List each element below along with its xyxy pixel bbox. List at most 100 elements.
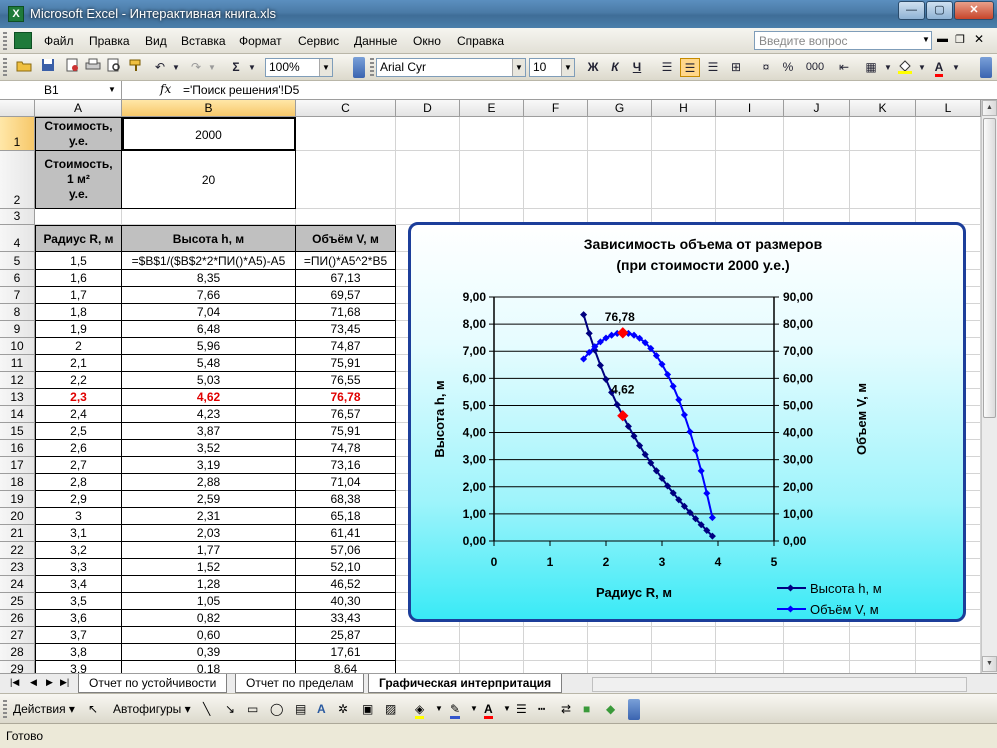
font-color-draw-icon[interactable]: A [484, 702, 493, 719]
cell-a4-value[interactable]: Радиус R, м [35, 225, 122, 252]
column-header-i[interactable]: I [716, 100, 784, 117]
align-center-icon[interactable]: ☰ [680, 58, 700, 77]
minimize-button[interactable]: — [898, 1, 925, 20]
cell-a18-value[interactable]: 2,8 [35, 474, 122, 491]
scroll-down-icon[interactable]: ▼ [982, 656, 997, 672]
cell-b7-value[interactable]: 7,66 [122, 287, 296, 304]
cell-c6-value[interactable]: 67,13 [296, 270, 396, 287]
excel-app-icon[interactable]: X [8, 6, 24, 22]
cell-b18-value[interactable]: 2,88 [122, 474, 296, 491]
cell-a24-value[interactable]: 3,4 [35, 576, 122, 593]
row-header-6[interactable]: 6 [0, 270, 35, 287]
close-button[interactable]: ✕ [954, 1, 994, 20]
row-header-5[interactable]: 5 [0, 252, 35, 270]
cell-b28-value[interactable]: 0,39 [122, 644, 296, 661]
row-header-9[interactable]: 9 [0, 321, 35, 338]
3d-icon[interactable]: ◆ [606, 702, 615, 716]
cell-c1[interactable] [296, 117, 396, 151]
line-style-icon[interactable]: ☰ [516, 702, 527, 716]
cell-a9-value[interactable]: 1,9 [35, 321, 122, 338]
menu-view[interactable]: Вид [145, 34, 167, 48]
autosum-dropdown-icon[interactable]: ▼ [242, 58, 262, 77]
tab-last-icon[interactable]: ▶| [60, 677, 69, 688]
cell-a22-value[interactable]: 3,2 [35, 542, 122, 559]
cell-f2[interactable] [524, 151, 588, 209]
row-header-23[interactable]: 23 [0, 559, 35, 576]
print-icon[interactable] [83, 58, 103, 77]
zoom-select[interactable]: 100% ▼ [265, 58, 333, 77]
cell-b16-value[interactable]: 3,52 [122, 440, 296, 457]
cell-b1-value[interactable]: 2000 [122, 117, 296, 151]
cell-c18-value[interactable]: 71,04 [296, 474, 396, 491]
italic-button[interactable]: К [605, 58, 625, 77]
cell-b19-value[interactable]: 2,59 [122, 491, 296, 508]
cell-a25-value[interactable]: 3,5 [35, 593, 122, 610]
cell-k27[interactable] [850, 627, 916, 644]
cell-c5-value[interactable]: =ПИ()*A5^2*B5 [296, 252, 396, 270]
cell-k2[interactable] [850, 151, 916, 209]
font-color-dropdown-icon[interactable]: ▼ [946, 58, 966, 77]
cell-b25-value[interactable]: 1,05 [122, 593, 296, 610]
help-search-input[interactable]: Введите вопрос [754, 31, 932, 50]
cell-a12-value[interactable]: 2,2 [35, 372, 122, 389]
cell-a21-value[interactable]: 3,1 [35, 525, 122, 542]
row-header-14[interactable]: 14 [0, 406, 35, 423]
cell-a20-value[interactable]: 3 [35, 508, 122, 525]
cell-c4-value[interactable]: Объём V, м [296, 225, 396, 252]
picture-icon[interactable]: ▨ [385, 702, 396, 716]
row-header-4[interactable]: 4 [0, 225, 35, 252]
menu-data[interactable]: Данные [354, 34, 397, 48]
tab-graphical-interpretation[interactable]: Графическая интерпритация [368, 674, 563, 693]
cell-a6-value[interactable]: 1,6 [35, 270, 122, 287]
fill-color-draw-dropdown-icon[interactable]: ▼ [435, 704, 443, 713]
row-header-22[interactable]: 22 [0, 542, 35, 559]
doc-restore-icon[interactable]: ❐ [955, 33, 965, 46]
align-right-icon[interactable]: ☰ [703, 58, 723, 77]
cell-g27[interactable] [588, 627, 652, 644]
insert-function-icon[interactable]: fx [160, 82, 171, 96]
row-header-24[interactable]: 24 [0, 576, 35, 593]
cell-f28[interactable] [524, 644, 588, 661]
undo-dropdown-icon[interactable]: ▼ [166, 58, 186, 77]
help-dropdown-icon[interactable]: ▼ [922, 35, 930, 44]
menu-help[interactable]: Справка [457, 34, 504, 48]
column-header-d[interactable]: D [396, 100, 460, 117]
cell-l2[interactable] [916, 151, 981, 209]
cell-c17-value[interactable]: 73,16 [296, 457, 396, 474]
cell-b27-value[interactable]: 0,60 [122, 627, 296, 644]
format-painter-icon[interactable] [126, 58, 146, 77]
cell-c26-value[interactable]: 33,43 [296, 610, 396, 627]
row-header-27[interactable]: 27 [0, 627, 35, 644]
maximize-button[interactable]: ▢ [926, 1, 953, 20]
cell-i28[interactable] [716, 644, 784, 661]
cell-c19-value[interactable]: 68,38 [296, 491, 396, 508]
row-header-28[interactable]: 28 [0, 644, 35, 661]
column-header-j[interactable]: J [784, 100, 850, 117]
menu-format[interactable]: Формат [239, 34, 282, 48]
font-name-dropdown-icon[interactable]: ▼ [512, 59, 525, 76]
cell-a19-value[interactable]: 2,9 [35, 491, 122, 508]
cell-b17-value[interactable]: 3,19 [122, 457, 296, 474]
cell-j29[interactable] [784, 661, 850, 673]
cell-j2[interactable] [784, 151, 850, 209]
cell-k1[interactable] [850, 117, 916, 151]
cell-c27-value[interactable]: 25,87 [296, 627, 396, 644]
thousands-button[interactable]: 000 [802, 58, 828, 77]
cell-a5-value[interactable]: 1,5 [35, 252, 122, 270]
cell-b26-value[interactable]: 0,82 [122, 610, 296, 627]
arrow-icon[interactable]: ↘ [225, 702, 235, 716]
dash-style-icon[interactable]: ┅ [538, 702, 545, 716]
cell-g2[interactable] [588, 151, 652, 209]
cell-c15-value[interactable]: 75,91 [296, 423, 396, 440]
format-options-icon[interactable] [980, 57, 992, 78]
save-icon[interactable] [38, 58, 58, 77]
name-box-dropdown-icon[interactable]: ▼ [108, 85, 116, 94]
doc-minimize-icon[interactable]: ▬ [937, 33, 948, 45]
cell-b4-value[interactable]: Высота h, м [122, 225, 296, 252]
tab-next-icon[interactable]: ▶ [46, 677, 53, 688]
menu-insert[interactable]: Вставка [181, 34, 226, 48]
menu-file[interactable]: Файл [44, 34, 74, 48]
cell-j1[interactable] [784, 117, 850, 151]
drawing-options-icon[interactable] [628, 699, 640, 720]
cell-e1[interactable] [460, 117, 524, 151]
